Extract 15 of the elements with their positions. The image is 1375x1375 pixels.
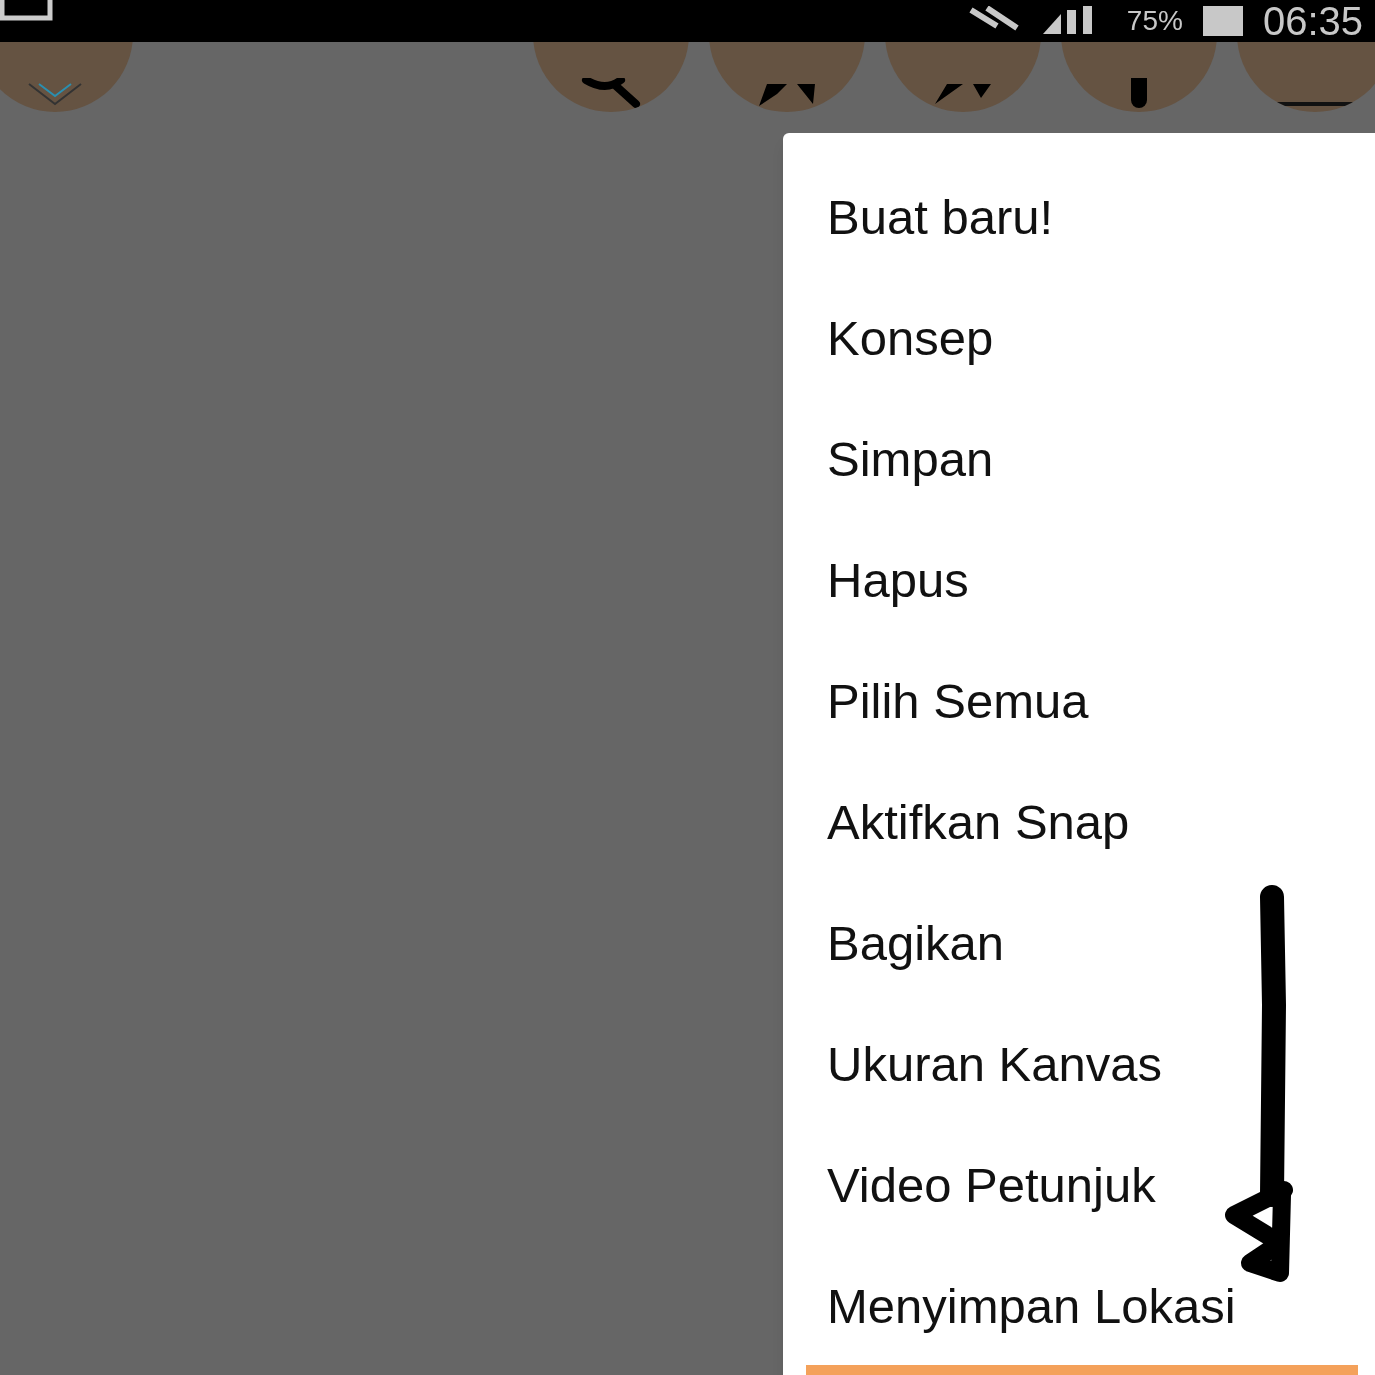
menu-item[interactable]: Menyimpan Lokasi — [783, 1246, 1375, 1367]
menu-item[interactable]: Pilih Semua — [783, 641, 1375, 762]
clock: 06:35 — [1262, 1, 1363, 41]
notification-icon — [0, 0, 54, 22]
battery-icon — [1202, 6, 1243, 36]
menu-item[interactable]: Buat baru! — [783, 157, 1375, 278]
menu-item[interactable]: Video Petunjuk — [783, 1125, 1375, 1246]
menu-item[interactable]: Ukuran Kanvas — [783, 1004, 1375, 1125]
menu-item[interactable]: Aktifkan Snap — [783, 762, 1375, 883]
menu-item[interactable]: Simpan — [783, 399, 1375, 520]
battery-percent: 75% — [1126, 7, 1183, 35]
menu-item[interactable]: Hapus — [783, 520, 1375, 641]
plus-icon — [1129, 78, 1149, 108]
menu-item[interactable]: Bagikan — [783, 883, 1375, 1004]
menu-item[interactable]: Konsep — [783, 278, 1375, 399]
